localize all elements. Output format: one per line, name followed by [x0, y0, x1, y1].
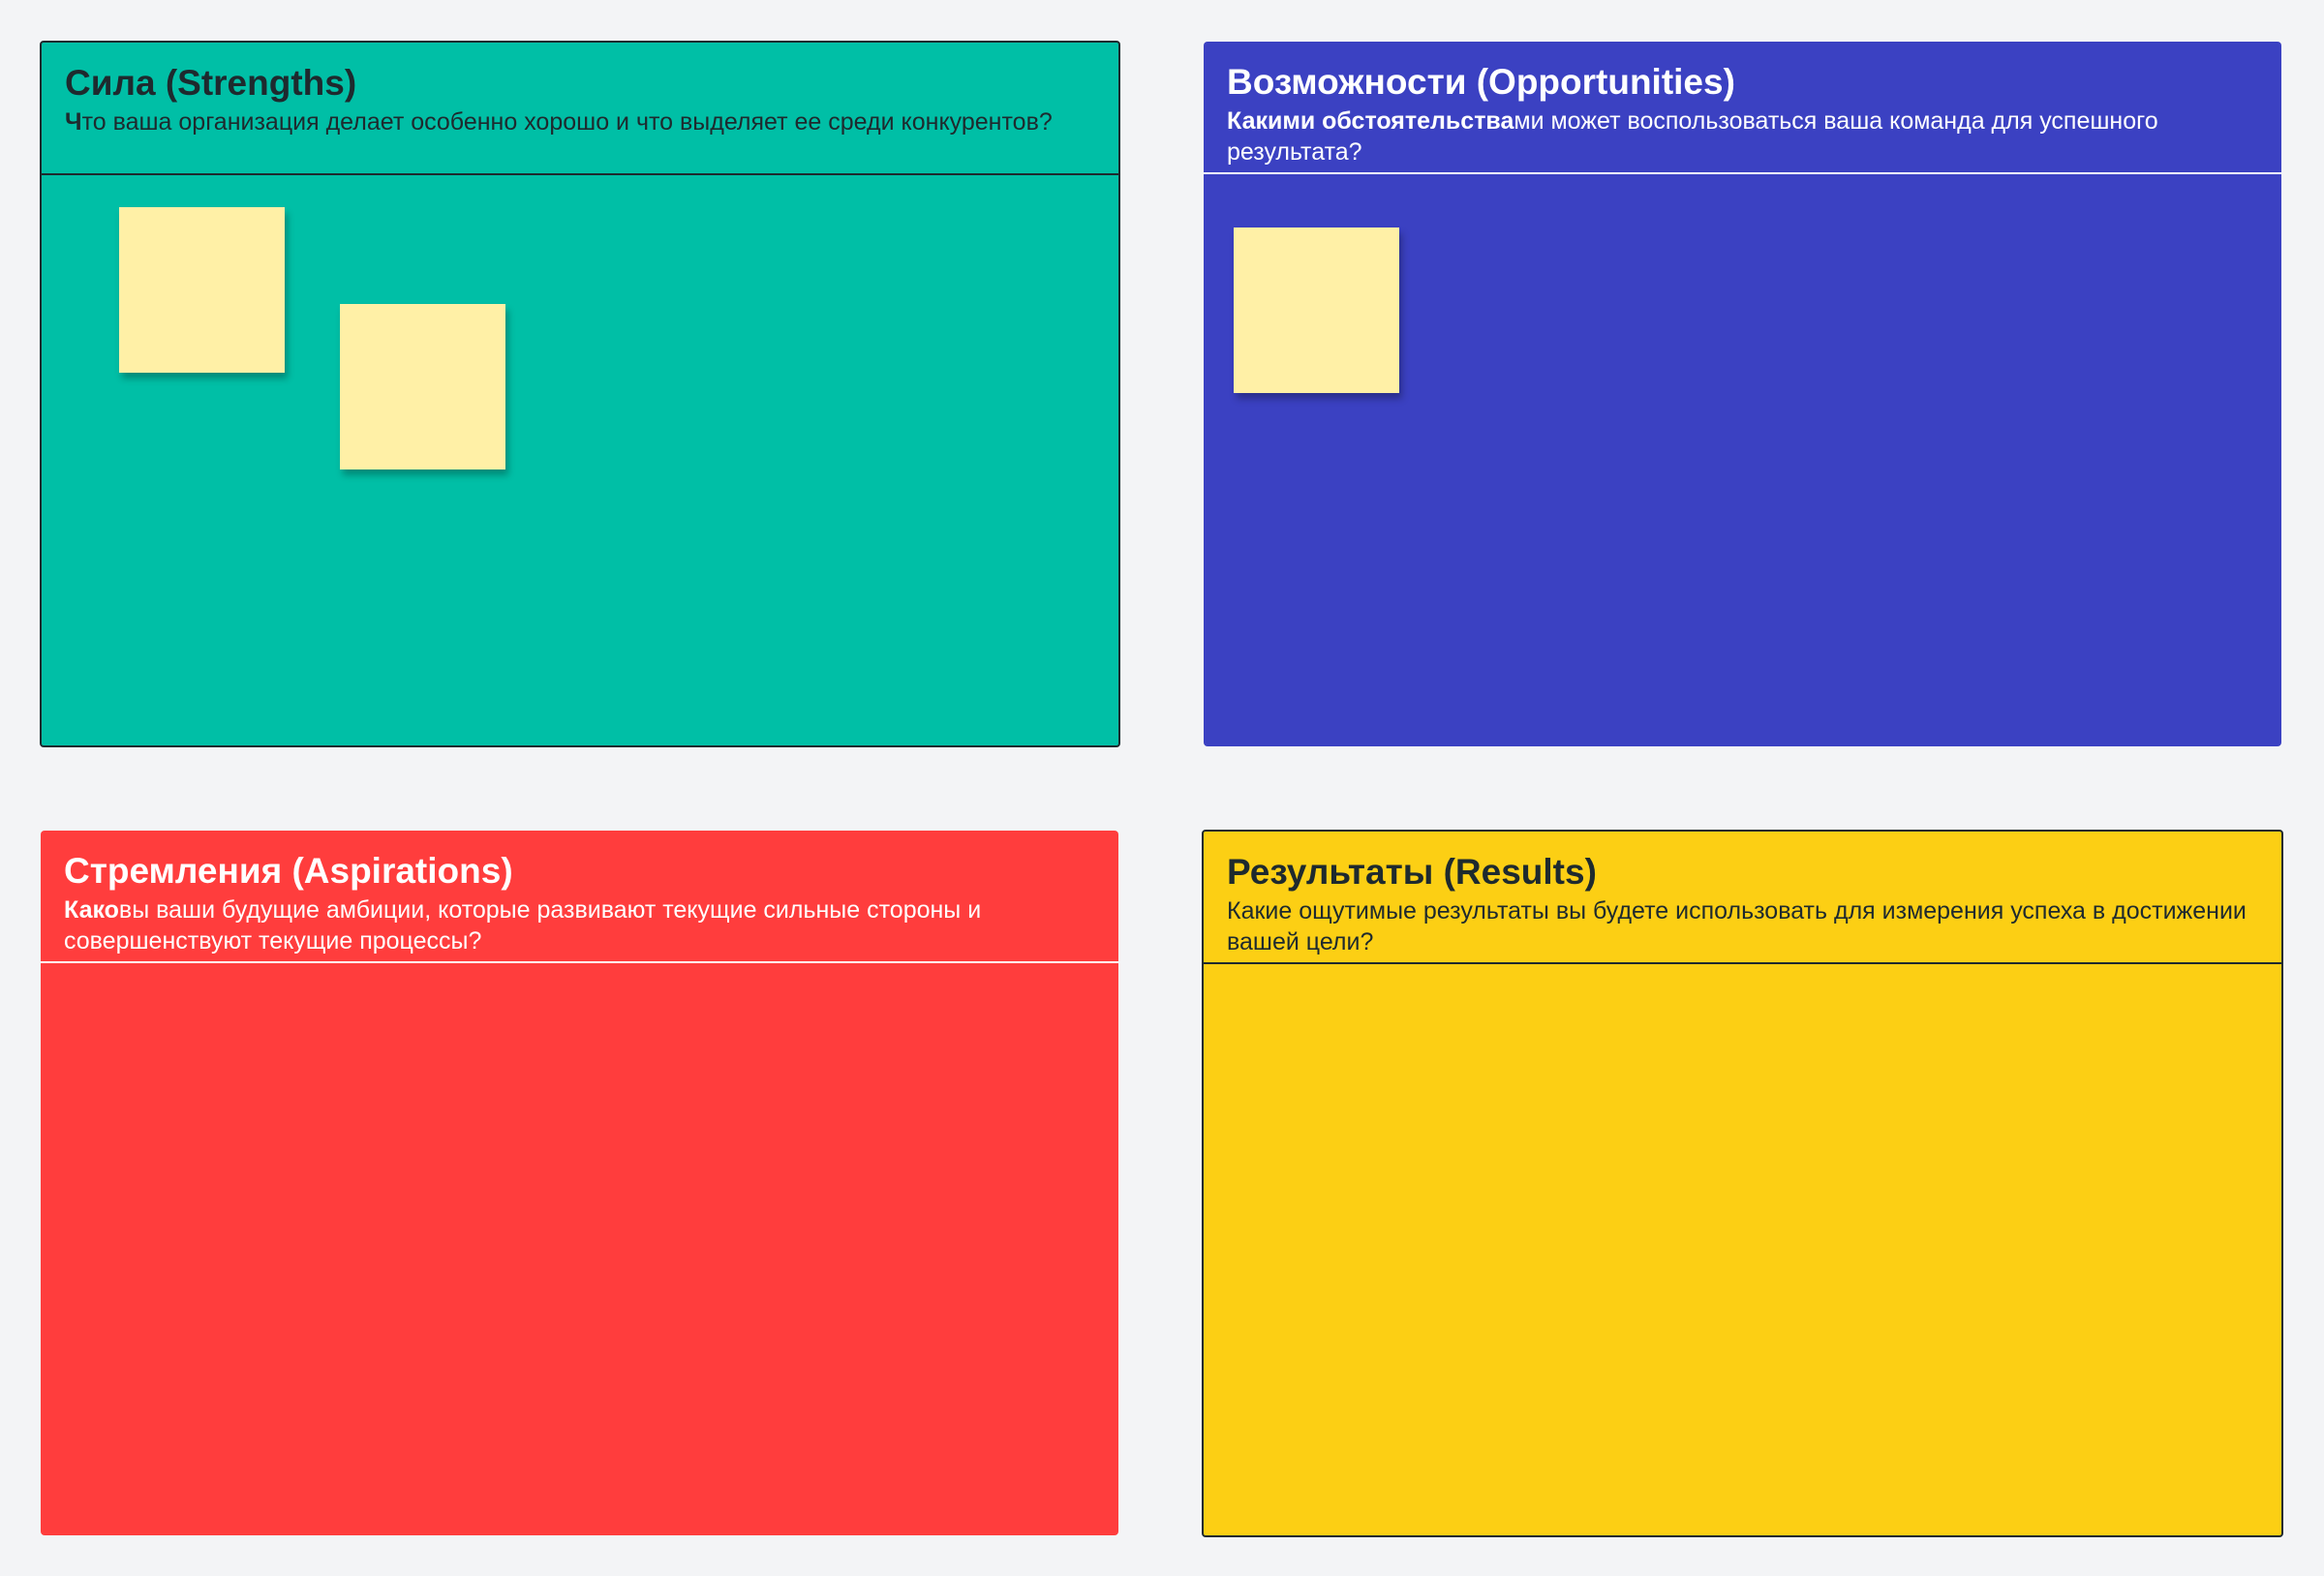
sticky-note[interactable] — [119, 207, 285, 373]
frame-strengths-title[interactable]: Сила (Strengths) — [65, 62, 1095, 105]
frame-aspirations-description-bold: Како — [64, 896, 119, 924]
frame-opportunities-description-bold: Какими обстоятельства — [1227, 107, 1514, 135]
frame-opportunities-header: Возможности (Opportunities) Какими обсто… — [1204, 42, 2281, 174]
frame-results-description[interactable]: Какие ощутимые результаты вы будете испо… — [1227, 895, 2263, 957]
frame-opportunities[interactable]: Возможности (Opportunities) Какими обсто… — [1204, 42, 2281, 746]
frame-strengths-description-bold: Ч — [65, 108, 82, 136]
frame-aspirations-description[interactable]: Каковы ваши будущие амбиции, которые раз… — [64, 894, 1100, 956]
frame-strengths-description-text: то ваша организация делает особенно хоро… — [81, 108, 1053, 136]
frame-aspirations-description-text: вы ваши будущие амбиции, которые развива… — [64, 896, 982, 955]
frame-strengths-description[interactable]: Что ваша организация делает особенно хор… — [65, 106, 1101, 137]
frame-results-title[interactable]: Результаты (Results) — [1227, 851, 2258, 894]
frame-results-header: Результаты (Results) Какие ощутимые резу… — [1204, 832, 2281, 964]
sticky-note[interactable] — [1234, 227, 1399, 393]
frame-opportunities-title[interactable]: Возможности (Opportunities) — [1227, 61, 2258, 104]
frame-opportunities-description[interactable]: Какими обстоятельствами может воспользов… — [1227, 106, 2263, 167]
frame-strengths-header: Сила (Strengths) Что ваша организация де… — [42, 43, 1118, 175]
frame-strengths[interactable]: Сила (Strengths) Что ваша организация де… — [40, 41, 1120, 747]
frame-aspirations-header: Стремления (Aspirations) Каковы ваши буд… — [41, 831, 1118, 963]
frame-aspirations-title[interactable]: Стремления (Aspirations) — [64, 850, 1095, 893]
frame-results[interactable]: Результаты (Results) Какие ощутимые резу… — [1202, 830, 2283, 1537]
frame-results-description-text: Какие ощутимые результаты вы будете испо… — [1227, 897, 2247, 955]
sticky-note[interactable] — [340, 304, 505, 470]
frame-aspirations[interactable]: Стремления (Aspirations) Каковы ваши буд… — [41, 831, 1118, 1535]
